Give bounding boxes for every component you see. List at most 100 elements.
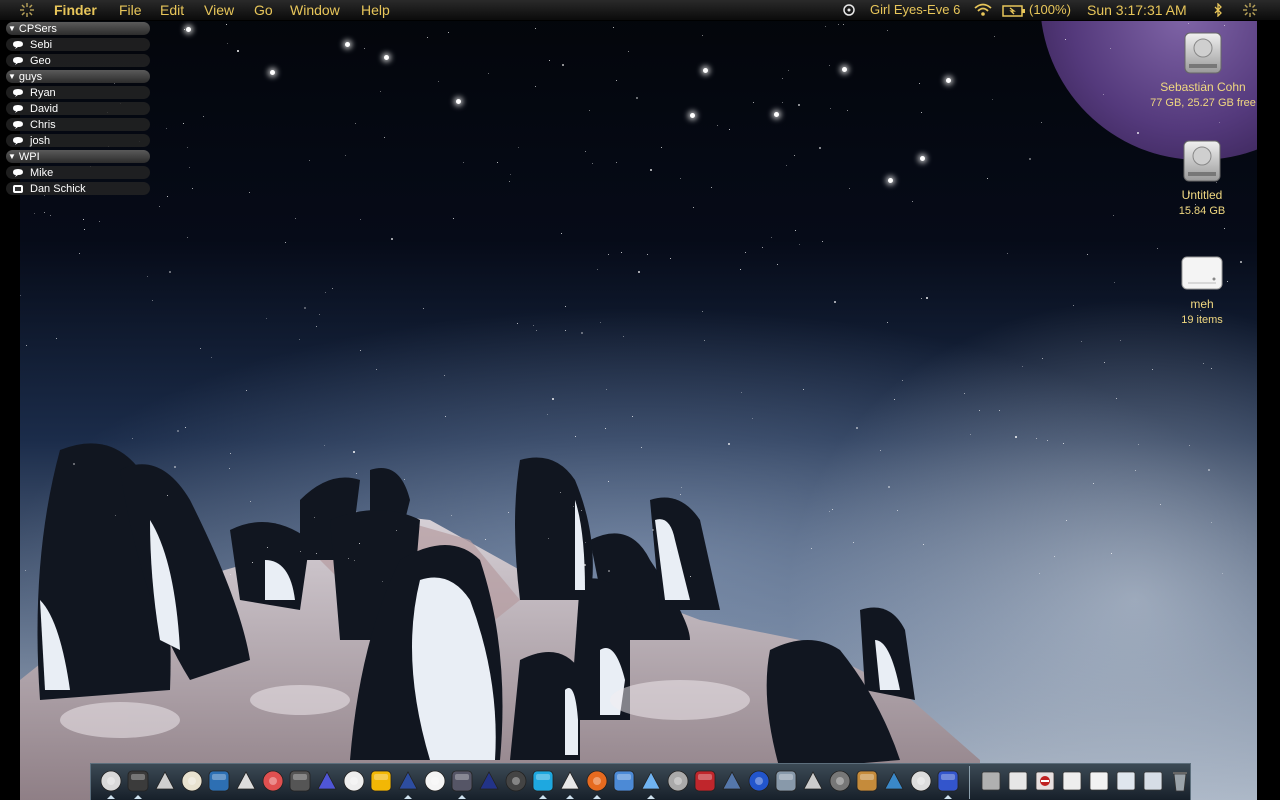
star (484, 538, 486, 540)
star (635, 96, 638, 99)
buddy-item[interactable]: Mike (6, 166, 150, 179)
now-playing-track[interactable]: Girl Eyes-Eve 6 (870, 2, 960, 17)
star (146, 275, 148, 277)
wifi-icon[interactable] (973, 3, 993, 20)
dashboard-icon[interactable] (126, 769, 150, 793)
quill-icon[interactable] (909, 769, 933, 793)
open-book-icon[interactable] (1006, 769, 1030, 793)
unreal-tournament-icon[interactable] (477, 769, 501, 793)
mail-stamp-icon[interactable] (153, 769, 177, 793)
bluetooth-icon[interactable] (1213, 2, 1223, 20)
shapeshifter-icon[interactable] (936, 769, 960, 793)
buddy-item[interactable]: Chris (6, 118, 150, 131)
disk-utility-icon[interactable] (666, 769, 690, 793)
disclosure-triangle-icon[interactable]: ▼ (8, 24, 16, 33)
buddy-group-cpsers[interactable]: ▼ CPSers (6, 22, 150, 35)
pen-icon[interactable] (801, 769, 825, 793)
star (266, 317, 268, 319)
skype-icon[interactable] (531, 769, 555, 793)
buddy-item[interactable]: josh (6, 134, 150, 147)
image-capture-icon[interactable] (774, 769, 798, 793)
desktop-icon-sebastian-cohn[interactable]: Sebastian Cohn 77 GB, 25.27 GB free (1148, 30, 1258, 109)
globe-icon[interactable] (747, 769, 771, 793)
finder-icon[interactable] (99, 769, 123, 793)
buddy-group-wpi[interactable]: ▼ WPI (6, 150, 150, 163)
star (294, 218, 296, 220)
cards-icon[interactable] (342, 769, 366, 793)
star (669, 258, 671, 260)
battery-percent[interactable]: (100%) (1029, 2, 1071, 17)
menu-help[interactable]: Help (361, 2, 390, 18)
menubar-clock[interactable]: Sun 3:17:31 AM (1087, 2, 1187, 18)
timemachine-icon[interactable] (828, 769, 852, 793)
hard-disk-icon[interactable] (979, 769, 1003, 793)
blitzmax-icon[interactable] (396, 769, 420, 793)
color-picker-icon[interactable] (261, 769, 285, 793)
star (131, 437, 133, 439)
spotlight-icon[interactable] (288, 769, 312, 793)
chat-bubble-icon[interactable] (558, 769, 582, 793)
textedit-icon[interactable] (180, 769, 204, 793)
dreamweaver-icon[interactable] (207, 769, 231, 793)
star (450, 514, 452, 516)
menu-edit[interactable]: Edit (160, 2, 184, 18)
buddy-group-guys[interactable]: ▼ guys (6, 70, 150, 83)
unreal-editor-icon[interactable] (450, 769, 474, 793)
dock-separator[interactable] (969, 766, 970, 799)
windows-icon[interactable] (1114, 769, 1138, 793)
star (229, 573, 231, 575)
buddy-list: ▼ CPSers Sebi Geo ▼ guys Ryan David Chris josh ▼ WP… (6, 22, 150, 198)
red-app-icon[interactable] (693, 769, 717, 793)
book-icon[interactable] (1060, 769, 1084, 793)
app-menu-finder[interactable]: Finder (54, 2, 97, 18)
photo-icon[interactable] (720, 769, 744, 793)
menu-bar: Finder File Edit View Go Window Help Gir… (0, 0, 1280, 21)
star (559, 491, 561, 493)
star (565, 305, 567, 307)
menu-file[interactable]: File (119, 2, 142, 18)
star (299, 551, 301, 553)
star (251, 561, 253, 563)
gamepad-icon[interactable] (504, 769, 528, 793)
mathematica-icon[interactable] (369, 769, 393, 793)
menu-view[interactable]: View (204, 2, 234, 18)
desktop-icon-meh[interactable]: meh 19 items (1147, 255, 1257, 326)
preview-icon[interactable] (612, 769, 636, 793)
buddy-item[interactable]: Dan Schick (6, 182, 150, 195)
stack-icon[interactable] (1141, 769, 1165, 793)
script-editor-icon[interactable] (234, 769, 258, 793)
butter-icon[interactable] (855, 769, 879, 793)
running-indicator (566, 795, 574, 799)
battery-icon[interactable] (1002, 4, 1026, 20)
star (452, 218, 454, 220)
disclosure-triangle-icon[interactable]: ▼ (8, 72, 16, 81)
star (591, 162, 593, 164)
star (999, 409, 1001, 411)
menu-go[interactable]: Go (254, 2, 273, 18)
star (1160, 503, 1162, 505)
firefox-icon[interactable] (585, 769, 609, 793)
buddy-item[interactable]: Ryan (6, 86, 150, 99)
now-playing-icon[interactable] (843, 3, 855, 19)
buddy-item[interactable]: David (6, 102, 150, 115)
star (911, 201, 913, 203)
buddy-item[interactable]: Sebi (6, 38, 150, 51)
chat-bubble-icon (13, 104, 23, 113)
trash-icon[interactable] (1168, 769, 1192, 793)
no-entry-folder-icon[interactable] (1033, 769, 1057, 793)
joystick-icon[interactable] (882, 769, 906, 793)
star (1218, 121, 1220, 123)
star (727, 443, 730, 446)
checkmark-app-icon[interactable] (423, 769, 447, 793)
star (703, 68, 708, 73)
chat-bubble-icon (13, 88, 23, 97)
menu-window[interactable]: Window (290, 2, 340, 18)
disclosure-triangle-icon[interactable]: ▼ (8, 152, 16, 161)
bluetooth-app-icon[interactable] (315, 769, 339, 793)
itunes-icon[interactable] (639, 769, 663, 793)
buddy-item[interactable]: Geo (6, 54, 150, 67)
apple-menu-icon[interactable] (18, 1, 36, 22)
desktop-icon-untitled[interactable]: Untitled 15.84 GB (1147, 138, 1257, 217)
spotlight-menu-icon[interactable] (1241, 1, 1259, 22)
document-icon[interactable] (1087, 769, 1111, 793)
